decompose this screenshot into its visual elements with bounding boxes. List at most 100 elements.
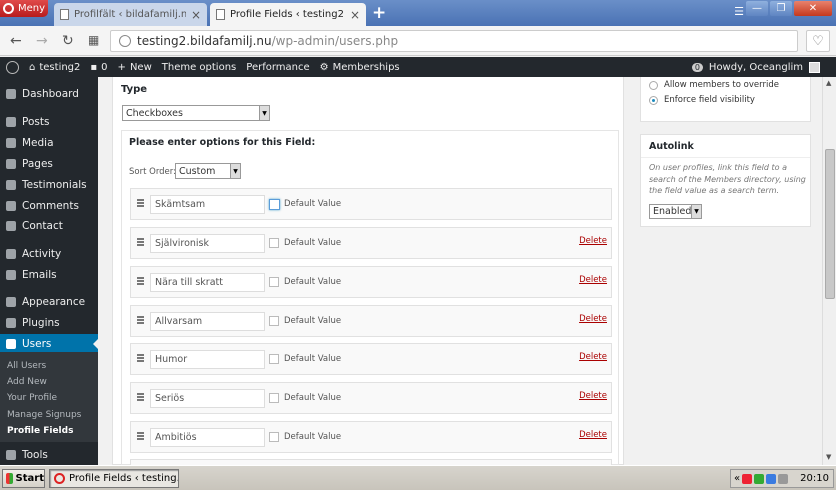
default-value-checkbox[interactable] — [269, 432, 279, 442]
radio-allow-override[interactable] — [649, 80, 658, 90]
start-button[interactable]: Start — [2, 469, 45, 488]
allow-override-option[interactable]: Allow members to override — [649, 80, 779, 90]
tray-expand-icon[interactable]: « — [734, 473, 740, 484]
default-value-checkbox[interactable] — [269, 354, 279, 364]
option-row: Självironisk Default Value Delete — [130, 227, 612, 259]
close-tab-icon[interactable]: × — [350, 8, 360, 22]
delete-option-link[interactable]: Delete — [579, 391, 607, 401]
submenu-all-users[interactable]: All Users — [7, 361, 46, 371]
drag-handle-icon[interactable] — [137, 277, 144, 285]
option-input[interactable]: Självironisk — [150, 234, 265, 253]
howdy-text[interactable]: Howdy, Oceanglim — [709, 62, 803, 73]
option-input[interactable]: Skämtsam — [150, 195, 265, 214]
default-value-checkbox[interactable] — [269, 277, 279, 287]
sidebar-item-contact[interactable]: Contact — [0, 216, 98, 236]
sidebar-item-activity[interactable]: Activity — [0, 244, 98, 264]
theme-options-link[interactable]: Theme options — [157, 62, 242, 73]
submenu-profile-fields[interactable]: Profile Fields — [7, 426, 73, 436]
delete-option-link[interactable]: Delete — [579, 430, 607, 440]
sidebar-item-label: Dashboard — [22, 88, 79, 100]
enforce-visibility-option[interactable]: Enforce field visibility — [649, 95, 755, 105]
default-value-checkbox[interactable] — [269, 316, 279, 326]
submenu-manage-signups[interactable]: Manage Signups — [7, 410, 81, 420]
delete-option-link[interactable]: Delete — [579, 236, 607, 246]
sort-order-select[interactable]: Custom ▼ — [175, 163, 241, 179]
field-type-select[interactable]: Checkboxes ▼ — [122, 105, 270, 121]
new-tab-button[interactable]: + — [372, 3, 386, 23]
url-host: testing2.bildafamilj.nu — [137, 34, 272, 48]
option-input[interactable]: Allvarsam — [150, 312, 265, 331]
drag-handle-icon[interactable] — [137, 432, 144, 440]
scroll-down-icon[interactable]: ▼ — [826, 453, 831, 461]
option-row: Nära till skratt Default Value Delete — [130, 266, 612, 298]
memberships-link[interactable]: ⚙ Memberships — [315, 62, 405, 73]
autolink-box: Autolink On user profiles, link this fie… — [640, 134, 811, 227]
sidebar-item-comments[interactable]: Comments — [0, 196, 98, 216]
reload-icon[interactable]: ↻ — [62, 33, 74, 49]
delete-option-link[interactable]: Delete — [579, 352, 607, 362]
sidebar-item-tools[interactable]: Tools — [0, 445, 98, 465]
chevron-down-icon: ▼ — [230, 164, 240, 178]
page-icon — [60, 9, 69, 20]
tab-profile-fields[interactable]: Profile Fields ‹ testing2 — Wo × — [210, 3, 366, 26]
option-input[interactable]: Ambitiös — [150, 428, 265, 447]
drag-handle-icon[interactable] — [137, 316, 144, 324]
updates-tray-icon[interactable] — [766, 473, 777, 484]
sidebar-item-dashboard[interactable]: Dashboard — [0, 84, 98, 104]
autolink-description: On user profiles, link this field to a s… — [649, 163, 806, 195]
drag-handle-icon[interactable] — [137, 238, 144, 246]
volume-tray-icon[interactable] — [778, 473, 789, 484]
notification-count[interactable]: 0 — [691, 62, 703, 72]
sidebar-item-testimonials[interactable]: Testimonials — [0, 175, 98, 195]
sidebar-item-emails[interactable]: Emails — [0, 265, 98, 285]
maximize-button[interactable]: ❐ — [770, 1, 792, 16]
url-field[interactable]: testing2.bildafamilj.nu/wp-admin/users.p… — [110, 30, 798, 52]
comments-link[interactable]: ▪ 0 — [85, 62, 112, 73]
avatar[interactable] — [809, 61, 820, 73]
tab-menu-icon[interactable]: ☰ — [734, 5, 744, 18]
sidebar-item-users[interactable]: Users — [0, 334, 98, 354]
bookmark-heart-icon[interactable]: ♡ — [806, 30, 830, 52]
site-name-link[interactable]: ⌂ testing2 — [24, 62, 85, 73]
drag-handle-icon[interactable] — [137, 199, 144, 207]
sidebar-item-posts[interactable]: Posts — [0, 112, 98, 132]
speed-dial-icon[interactable]: ▦ — [88, 33, 99, 47]
network-tray-icon[interactable] — [754, 473, 765, 484]
autolink-select[interactable]: Enabled ▼ — [649, 204, 702, 219]
opera-tray-icon[interactable] — [742, 473, 753, 484]
option-input[interactable]: Seriös — [150, 389, 265, 408]
scroll-thumb[interactable] — [825, 149, 835, 299]
drag-handle-icon[interactable] — [137, 354, 144, 362]
sidebar-item-plugins[interactable]: Plugins — [0, 313, 98, 333]
site-info-icon[interactable] — [119, 35, 131, 47]
default-value-checkbox[interactable] — [269, 393, 279, 403]
close-window-button[interactable]: ✕ — [794, 1, 832, 16]
field-type-value: Checkboxes — [126, 107, 183, 119]
sidebar-item-pages[interactable]: Pages — [0, 154, 98, 174]
sidebar-item-appearance[interactable]: Appearance — [0, 292, 98, 312]
delete-option-link[interactable]: Delete — [579, 314, 607, 324]
performance-link[interactable]: Performance — [241, 62, 314, 73]
option-input[interactable]: Nära till skratt — [150, 273, 265, 292]
submenu-your-profile[interactable]: Your Profile — [7, 393, 57, 403]
opera-menu-button[interactable]: Meny — [0, 0, 48, 17]
page-scrollbar[interactable]: ▲ ▼ — [822, 77, 836, 465]
forward-arrow-icon[interactable]: → — [36, 33, 48, 49]
submenu-add-new[interactable]: Add New — [7, 377, 47, 387]
minimize-button[interactable]: — — [746, 1, 768, 16]
option-input[interactable]: Humor — [150, 350, 265, 369]
scroll-up-icon[interactable]: ▲ — [826, 79, 831, 87]
new-content-link[interactable]: + New — [113, 62, 157, 73]
visibility-box: Allow members to override Enforce field … — [640, 77, 811, 122]
taskbar-opera-window[interactable]: Profile Fields ‹ testing... — [49, 469, 179, 488]
radio-enforce-visibility[interactable] — [649, 95, 658, 105]
close-tab-icon[interactable]: × — [191, 8, 201, 22]
tab-profilfalt[interactable]: Profilfält ‹ bildafamilj.nu — W × — [54, 3, 207, 26]
sidebar-item-media[interactable]: Media — [0, 133, 98, 153]
wp-logo-menu[interactable] — [0, 60, 24, 74]
drag-handle-icon[interactable] — [137, 393, 144, 401]
default-value-checkbox[interactable] — [269, 238, 279, 248]
default-value-checkbox[interactable] — [269, 199, 280, 210]
back-arrow-icon[interactable]: ← — [10, 33, 22, 49]
delete-option-link[interactable]: Delete — [579, 275, 607, 285]
